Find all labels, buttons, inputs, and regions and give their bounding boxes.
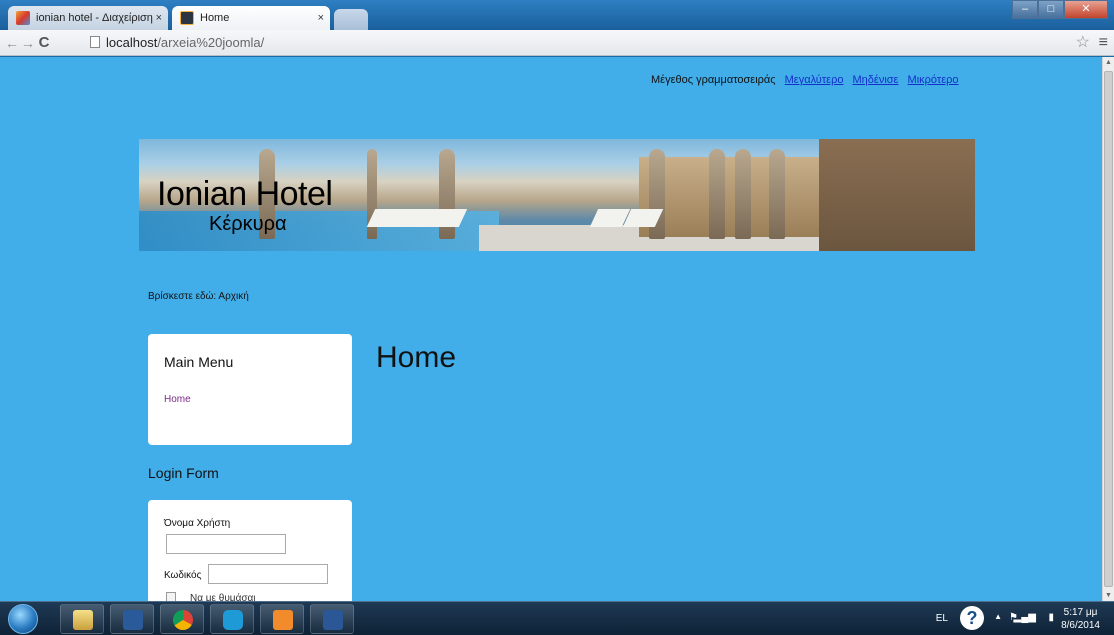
url-host: localhost xyxy=(106,35,158,50)
remember-me-label: Να με θυμάσαι xyxy=(190,593,256,601)
forward-arrow-icon[interactable]: → xyxy=(20,34,36,52)
url-path: /arxeia%20joomla/ xyxy=(157,35,265,50)
scrollbar-thumb[interactable] xyxy=(1104,71,1113,587)
media-player-icon xyxy=(123,610,143,630)
site-subtitle: Κέρκυρα xyxy=(209,213,287,235)
folder-icon xyxy=(73,610,93,630)
start-button[interactable] xyxy=(8,604,38,634)
menu-item-home[interactable]: Home xyxy=(164,394,191,405)
font-smaller-link[interactable]: Μικρότερο xyxy=(908,74,959,86)
site-name[interactable]: Ionian Hotel xyxy=(157,175,333,214)
xampp-icon xyxy=(273,610,293,630)
battery-icon[interactable]: ▮ xyxy=(1048,612,1054,623)
banner-building xyxy=(819,139,975,251)
windows-taskbar: EL ? ▲ ⚑ ▂▄▆ ▮ 5:17 μμ 8/6/2014 xyxy=(0,601,1114,635)
font-bigger-link[interactable]: Μεγαλύτερο xyxy=(785,74,844,86)
tab-title: Home xyxy=(200,12,230,24)
remember-me-checkbox[interactable] xyxy=(166,592,176,601)
clock[interactable]: 5:17 μμ 8/6/2014 xyxy=(1061,606,1100,632)
word-icon xyxy=(323,610,343,630)
banner-umbrella xyxy=(735,149,751,239)
taskbar-chrome[interactable] xyxy=(160,604,204,634)
close-window-button[interactable]: ✕ xyxy=(1064,0,1108,19)
joomla-favicon-icon xyxy=(16,11,30,25)
reload-icon[interactable]: C xyxy=(36,34,52,52)
login-form-title: Login Form xyxy=(148,465,219,481)
font-size-controls: Μέγεθος γραμματοσειράς Μεγαλύτερο Μηδένι… xyxy=(651,74,958,86)
back-arrow-icon[interactable]: ← xyxy=(4,34,20,52)
tab-close-icon[interactable]: × xyxy=(156,6,162,30)
new-tab-button[interactable] xyxy=(334,9,368,30)
web-page: Μέγεθος γραμματοσειράς Μεγαλύτερο Μηδένι… xyxy=(0,57,1102,601)
main-menu-module: Main Menu Home xyxy=(148,334,352,445)
font-size-label: Μέγεθος γραμματοσειράς xyxy=(651,74,776,86)
language-indicator[interactable]: EL xyxy=(936,613,948,624)
breadcrumb: Βρίσκεστε εδώ: Αρχική xyxy=(148,291,249,302)
username-field[interactable] xyxy=(166,534,286,554)
password-label: Κωδικός xyxy=(164,570,202,581)
taskbar-explorer[interactable] xyxy=(60,604,104,634)
tab-close-icon[interactable]: × xyxy=(318,6,324,30)
login-form-module: Όνομα Χρήστη Κωδικός Να με θυμάσαι xyxy=(148,500,352,601)
banner-umbrella xyxy=(709,149,725,239)
font-reset-link[interactable]: Μηδένισε xyxy=(853,74,899,86)
banner-umbrella xyxy=(769,149,785,239)
taskbar-media-player[interactable] xyxy=(110,604,154,634)
header-banner: Ionian Hotel Κέρκυρα xyxy=(139,139,975,251)
taskbar-skype[interactable] xyxy=(210,604,254,634)
taskbar-word[interactable] xyxy=(310,604,354,634)
page-title: Home xyxy=(376,341,457,374)
password-field[interactable] xyxy=(208,564,328,584)
bookmark-star-icon[interactable]: ☆ xyxy=(1076,33,1090,53)
tab-title: ionian hotel - Διαχείριση xyxy=(36,12,153,24)
scroll-down-icon[interactable]: ▼ xyxy=(1103,592,1114,599)
banner-wall xyxy=(639,157,819,237)
help-icon[interactable]: ? xyxy=(960,606,984,630)
main-menu-title: Main Menu xyxy=(164,354,234,370)
skype-icon xyxy=(223,610,243,630)
site-favicon-icon xyxy=(180,11,194,25)
browser-toolbar: ← → C localhost/arxeia%20joomla/ ☆ ≡ xyxy=(0,30,1114,56)
clock-date: 8/6/2014 xyxy=(1061,620,1100,631)
show-hidden-icons-icon[interactable]: ▲ xyxy=(994,612,1002,621)
page-scrollbar[interactable]: ▲ ▼ xyxy=(1102,57,1114,601)
scroll-up-icon[interactable]: ▲ xyxy=(1103,59,1114,66)
address-bar[interactable]: localhost/arxeia%20joomla/ xyxy=(88,33,1058,53)
minimize-button[interactable]: – xyxy=(1012,0,1038,19)
tab-home[interactable]: Home × xyxy=(172,6,330,30)
window-controls: – □ ✕ xyxy=(1012,0,1108,20)
browser-titlebar: ionian hotel - Διαχείριση × Home × – □ ✕ xyxy=(0,0,1114,30)
chrome-icon xyxy=(173,610,193,630)
network-signal-icon[interactable]: ▂▄▆ xyxy=(1014,612,1036,623)
taskbar-xampp[interactable] xyxy=(260,604,304,634)
clock-time: 5:17 μμ xyxy=(1063,607,1098,618)
remember-me[interactable]: Να με θυμάσαι xyxy=(166,592,256,601)
browser-menu-icon[interactable]: ≡ xyxy=(1099,33,1108,53)
maximize-button[interactable]: □ xyxy=(1038,0,1064,19)
username-label: Όνομα Χρήστη xyxy=(164,518,231,529)
tab-ionian-hotel-admin[interactable]: ionian hotel - Διαχείριση × xyxy=(8,6,168,30)
page-icon xyxy=(90,36,100,48)
